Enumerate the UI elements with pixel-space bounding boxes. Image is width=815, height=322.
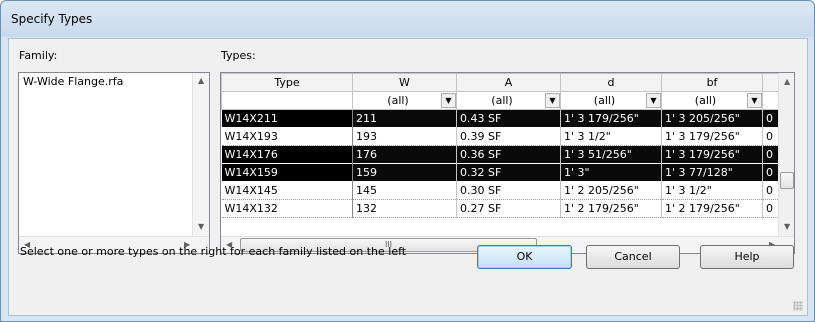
dialog-client-area: Family: Types: W-Wide Flange.rfa ▲ ▼ ◀ ▶: [8, 38, 808, 316]
cell-overflow[interactable]: 0: [762, 145, 779, 164]
cell-a[interactable]: 0.39 SF: [456, 127, 561, 146]
filter-w-value: (all): [387, 94, 409, 107]
types-label: Types:: [221, 49, 256, 62]
family-list-item[interactable]: W-Wide Flange.rfa: [23, 75, 123, 88]
column-header-a[interactable]: A: [456, 73, 561, 92]
cell-d[interactable]: 1' 2 205/256": [560, 181, 662, 200]
table-row[interactable]: W14X211 211 0.43 SF 1' 3 179/256" 1' 3 205/2…: [221, 109, 779, 128]
cell-a[interactable]: 0.36 SF: [456, 145, 561, 164]
table-row[interactable]: W14X132 132 0.27 SF 1' 2 179/256" 1' 2 179/2…: [221, 199, 779, 218]
types-grid[interactable]: Type W A d bf (all) ▼ (all) ▼ (all) ▼ (all)…: [220, 72, 795, 254]
filter-w[interactable]: (all) ▼: [352, 91, 457, 110]
cell-a[interactable]: 0.27 SF: [456, 199, 561, 218]
cell-overflow[interactable]: 0: [762, 163, 779, 182]
cell-overflow[interactable]: 0: [762, 109, 779, 128]
filter-d[interactable]: (all) ▼: [560, 91, 662, 110]
cancel-button[interactable]: Cancel: [586, 245, 680, 269]
header-row: Type W A d bf: [221, 73, 779, 92]
cell-type[interactable]: W14X159: [221, 163, 353, 182]
scroll-down-icon[interactable]: ▼: [198, 223, 204, 231]
cell-d[interactable]: 1' 3": [560, 163, 662, 182]
cell-d[interactable]: 1' 3 179/256": [560, 109, 662, 128]
cell-d[interactable]: 1' 2 179/256": [560, 199, 662, 218]
types-vertical-scrollbar[interactable]: ▲ ▼: [778, 73, 794, 236]
cell-overflow[interactable]: 0: [762, 199, 779, 218]
cell-w[interactable]: 145: [352, 181, 457, 200]
cell-w[interactable]: 132: [352, 199, 457, 218]
scroll-up-icon[interactable]: ▲: [198, 77, 204, 85]
cell-a[interactable]: 0.30 SF: [456, 181, 561, 200]
resize-grip-icon[interactable]: [793, 301, 803, 311]
cell-bf[interactable]: 1' 3 77/128": [661, 163, 763, 182]
table-row[interactable]: W14X176 176 0.36 SF 1' 3 51/256" 1' 3 179/25…: [221, 145, 779, 164]
cell-w[interactable]: 211: [352, 109, 457, 128]
vertical-scroll-thumb[interactable]: [780, 172, 794, 189]
filter-a[interactable]: (all) ▼: [456, 91, 561, 110]
filter-cell-empty: [221, 91, 353, 110]
cell-w[interactable]: 159: [352, 163, 457, 182]
filter-d-value: (all): [593, 94, 616, 107]
scroll-up-icon[interactable]: ▲: [784, 78, 790, 86]
filter-bf-value: (all): [694, 94, 717, 107]
cell-bf[interactable]: 1' 3 179/256": [661, 127, 763, 146]
cell-type[interactable]: W14X193: [221, 127, 353, 146]
filter-cell-overflow: [762, 91, 779, 110]
chevron-down-icon[interactable]: ▼: [747, 93, 762, 108]
column-header-bf[interactable]: bf: [661, 73, 763, 92]
column-header-d[interactable]: d: [560, 73, 662, 92]
cell-d[interactable]: 1' 3 51/256": [560, 145, 662, 164]
column-header-type[interactable]: Type: [221, 73, 353, 92]
cell-bf[interactable]: 1' 2 179/256": [661, 199, 763, 218]
cell-d[interactable]: 1' 3 1/2": [560, 127, 662, 146]
cell-type[interactable]: W14X211: [221, 109, 353, 128]
instruction-text: Select one or more types on the right fo…: [20, 245, 407, 258]
types-table: Type W A d bf (all) ▼ (all) ▼ (all) ▼ (all)…: [221, 73, 779, 218]
chevron-down-icon[interactable]: ▼: [646, 93, 661, 108]
cell-bf[interactable]: 1' 3 205/256": [661, 109, 763, 128]
cell-type[interactable]: W14X132: [221, 199, 353, 218]
family-vertical-scrollbar[interactable]: ▲ ▼: [192, 73, 209, 236]
chevron-down-icon[interactable]: ▼: [545, 93, 560, 108]
cell-a[interactable]: 0.32 SF: [456, 163, 561, 182]
specify-types-dialog: Specify Types Family: Types: W-Wide Flan…: [0, 0, 815, 322]
chevron-down-icon[interactable]: ▼: [441, 93, 456, 108]
scroll-down-icon[interactable]: ▼: [784, 223, 790, 231]
filter-row: (all) ▼ (all) ▼ (all) ▼ (all) ▼: [221, 91, 779, 110]
column-header-w[interactable]: W: [352, 73, 457, 92]
cell-w[interactable]: 193: [352, 127, 457, 146]
table-row[interactable]: W14X159 159 0.32 SF 1' 3" 1' 3 77/128" 0: [221, 163, 779, 182]
window-title: Specify Types: [11, 12, 93, 26]
filter-a-value: (all): [491, 94, 513, 107]
table-row[interactable]: W14X193 193 0.39 SF 1' 3 1/2" 1' 3 179/256" 0: [221, 127, 779, 146]
cell-a[interactable]: 0.43 SF: [456, 109, 561, 128]
family-label: Family:: [19, 49, 58, 62]
cell-type[interactable]: W14X145: [221, 181, 353, 200]
filter-bf[interactable]: (all) ▼: [661, 91, 763, 110]
cell-bf[interactable]: 1' 3 179/256": [661, 145, 763, 164]
cell-overflow[interactable]: 0: [762, 181, 779, 200]
cell-bf[interactable]: 1' 3 1/2": [661, 181, 763, 200]
cell-w[interactable]: 176: [352, 145, 457, 164]
cell-type[interactable]: W14X176: [221, 145, 353, 164]
cell-overflow[interactable]: 0: [762, 127, 779, 146]
table-row[interactable]: W14X145 145 0.30 SF 1' 2 205/256" 1' 3 1/2" 0: [221, 181, 779, 200]
ok-button[interactable]: OK: [477, 245, 572, 269]
column-header-overflow: [762, 73, 779, 92]
help-button[interactable]: Help: [700, 245, 794, 269]
family-list[interactable]: W-Wide Flange.rfa ▲ ▼ ◀ ▶: [18, 72, 210, 254]
title-bar[interactable]: Specify Types: [1, 1, 814, 37]
